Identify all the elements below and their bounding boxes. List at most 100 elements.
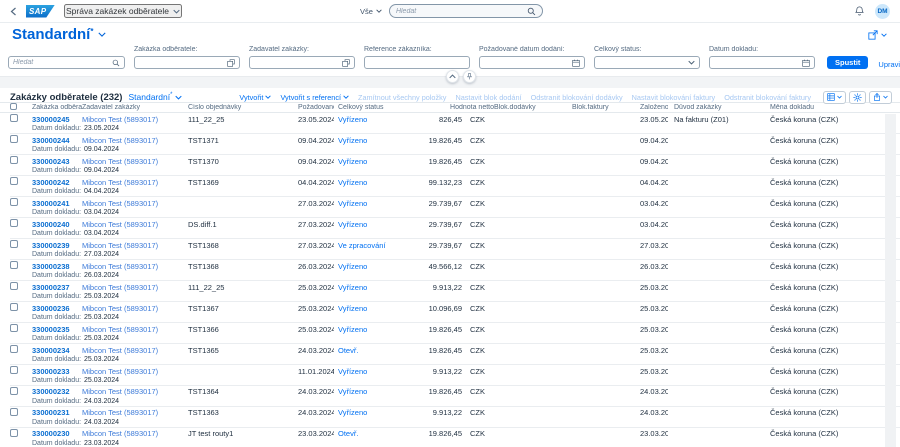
row-checkbox[interactable]	[10, 324, 18, 332]
sales-order-link[interactable]: 330000233	[32, 367, 82, 376]
sold-to-party-link[interactable]: Mibcon Test (5893017)	[82, 408, 188, 417]
row-checkbox[interactable]	[10, 135, 18, 143]
filter-search-input[interactable]	[13, 59, 112, 66]
row-checkbox[interactable]	[10, 219, 18, 227]
table-row[interactable]: 330000231 Mibcon Test (5893017) TST1363 …	[10, 407, 900, 428]
overall-status[interactable]: Vyřízeno	[334, 283, 410, 292]
sales-order-link[interactable]: 330000240	[32, 220, 82, 229]
column-header[interactable]: Zadavatel zakázky	[82, 104, 188, 111]
overall-status[interactable]: Vyřízeno	[334, 367, 410, 376]
column-header[interactable]: Měna dokladu	[770, 104, 876, 111]
row-checkbox[interactable]	[10, 114, 18, 122]
sales-order-link[interactable]: 330000243	[32, 157, 82, 166]
adapt-filters-button[interactable]: Upravit filtry	[878, 60, 900, 69]
row-checkbox[interactable]	[10, 408, 18, 416]
pin-header-button[interactable]	[463, 70, 476, 83]
export-button[interactable]	[869, 91, 892, 104]
row-checkbox[interactable]	[10, 198, 18, 206]
overall-status[interactable]: Vyřízeno	[334, 178, 410, 187]
sales-order-link[interactable]: 330000245	[32, 115, 82, 124]
app-title-menu[interactable]: Správa zakázek odběratele	[64, 4, 182, 18]
row-checkbox[interactable]	[10, 429, 18, 437]
table-row[interactable]: 330000242 Mibcon Test (5893017) TST1369 …	[10, 176, 900, 197]
filter-field-input[interactable]	[709, 56, 815, 69]
calendar-icon[interactable]	[802, 59, 810, 67]
overall-status[interactable]: Otevř.	[334, 346, 410, 355]
filter-field-input[interactable]	[364, 56, 470, 69]
notifications-button[interactable]	[855, 6, 864, 16]
row-checkbox[interactable]	[10, 156, 18, 164]
back-button[interactable]	[10, 7, 17, 16]
table-row[interactable]: 330000232 Mibcon Test (5893017) TST1364 …	[10, 386, 900, 407]
table-variant-menu[interactable]: Standardní*	[128, 92, 182, 102]
sold-to-party-link[interactable]: Mibcon Test (5893017)	[82, 157, 188, 166]
variant-title-menu[interactable]: Standardní*	[12, 26, 106, 43]
table-row[interactable]: 330000238 Mibcon Test (5893017) TST1368 …	[10, 260, 900, 281]
share-button[interactable]	[868, 30, 887, 40]
calendar-icon[interactable]	[572, 59, 580, 67]
row-checkbox[interactable]	[10, 177, 18, 185]
table-row[interactable]: 330000237 Mibcon Test (5893017) 111_22_2…	[10, 281, 900, 302]
overall-status[interactable]: Vyřízeno	[334, 262, 410, 271]
filter-field-input[interactable]	[479, 56, 585, 69]
table-row[interactable]: 330000233 Mibcon Test (5893017) 11.01.20…	[10, 365, 900, 386]
sold-to-party-link[interactable]: Mibcon Test (5893017)	[82, 304, 188, 313]
vertical-scrollbar[interactable]	[885, 114, 896, 447]
value-help-icon[interactable]	[227, 59, 235, 67]
overall-status[interactable]: Vyřízeno	[334, 408, 410, 417]
table-row[interactable]: 330000235 Mibcon Test (5893017) TST1366 …	[10, 323, 900, 344]
filter-field-input[interactable]	[594, 56, 700, 69]
sold-to-party-link[interactable]: Mibcon Test (5893017)	[82, 262, 188, 271]
view-switch-button[interactable]	[823, 91, 846, 104]
sales-order-link[interactable]: 330000235	[32, 325, 82, 334]
overall-status[interactable]: Vyřízeno	[334, 199, 410, 208]
filter-field-input[interactable]	[249, 56, 355, 69]
column-header[interactable]: Hodnota netto	[410, 104, 494, 111]
sales-order-link[interactable]: 330000232	[32, 387, 82, 396]
table-row[interactable]: 330000243 Mibcon Test (5893017) TST1370 …	[10, 155, 900, 176]
go-button[interactable]: Spustit	[827, 56, 868, 69]
table-row[interactable]: 330000240 Mibcon Test (5893017) DS.diff.…	[10, 218, 900, 239]
sales-order-link[interactable]: 330000241	[32, 199, 82, 208]
sold-to-party-link[interactable]: Mibcon Test (5893017)	[82, 115, 188, 124]
row-checkbox[interactable]	[10, 240, 18, 248]
table-action-button[interactable]: Nastavit blok dodání	[455, 93, 521, 102]
sold-to-party-link[interactable]: Mibcon Test (5893017)	[82, 283, 188, 292]
chevron-down-icon[interactable]	[688, 60, 695, 65]
table-row[interactable]: 330000244 Mibcon Test (5893017) TST1371 …	[10, 134, 900, 155]
shell-search-input[interactable]	[396, 8, 527, 15]
overall-status[interactable]: Vyřízeno	[334, 220, 410, 229]
sold-to-party-link[interactable]: Mibcon Test (5893017)	[82, 178, 188, 187]
sold-to-party-link[interactable]: Mibcon Test (5893017)	[82, 220, 188, 229]
select-all-checkbox[interactable]	[10, 103, 17, 110]
table-row[interactable]: 330000241 Mibcon Test (5893017) 27.03.20…	[10, 197, 900, 218]
overall-status[interactable]: Vyřízeno	[334, 115, 410, 124]
overall-status[interactable]: Vyřízeno	[334, 325, 410, 334]
table-settings-button[interactable]	[849, 91, 866, 104]
sold-to-party-link[interactable]: Mibcon Test (5893017)	[82, 429, 188, 438]
overall-status[interactable]: Ve zpracování	[334, 241, 410, 250]
row-checkbox[interactable]	[10, 387, 18, 395]
row-checkbox[interactable]	[10, 261, 18, 269]
table-action-button[interactable]: Nastavit blokování faktury	[632, 93, 716, 102]
sold-to-party-link[interactable]: Mibcon Test (5893017)	[82, 241, 188, 250]
table-action-button[interactable]: Vytvořit s referencí	[280, 93, 349, 102]
sales-order-link[interactable]: 330000242	[32, 178, 82, 187]
filter-field-input[interactable]	[134, 56, 240, 69]
row-checkbox[interactable]	[10, 366, 18, 374]
column-header[interactable]: Blok.dodávky	[494, 104, 572, 111]
sold-to-party-link[interactable]: Mibcon Test (5893017)	[82, 367, 188, 376]
filter-value-input[interactable]	[599, 59, 688, 66]
column-header[interactable]: Požadované datu...	[298, 104, 334, 111]
column-header[interactable]: Číslo objednávky	[188, 104, 298, 111]
collapse-header-button[interactable]	[446, 70, 459, 83]
sold-to-party-link[interactable]: Mibcon Test (5893017)	[82, 199, 188, 208]
filter-value-input[interactable]	[254, 59, 342, 66]
row-checkbox[interactable]	[10, 303, 18, 311]
filter-value-input[interactable]	[484, 59, 572, 66]
sold-to-party-link[interactable]: Mibcon Test (5893017)	[82, 136, 188, 145]
filter-value-input[interactable]	[139, 59, 227, 66]
table-action-button[interactable]: Odstranit blokování dodávky	[531, 93, 623, 102]
user-avatar[interactable]: DM	[875, 4, 890, 19]
column-header[interactable]: Založeno dne	[640, 104, 668, 111]
